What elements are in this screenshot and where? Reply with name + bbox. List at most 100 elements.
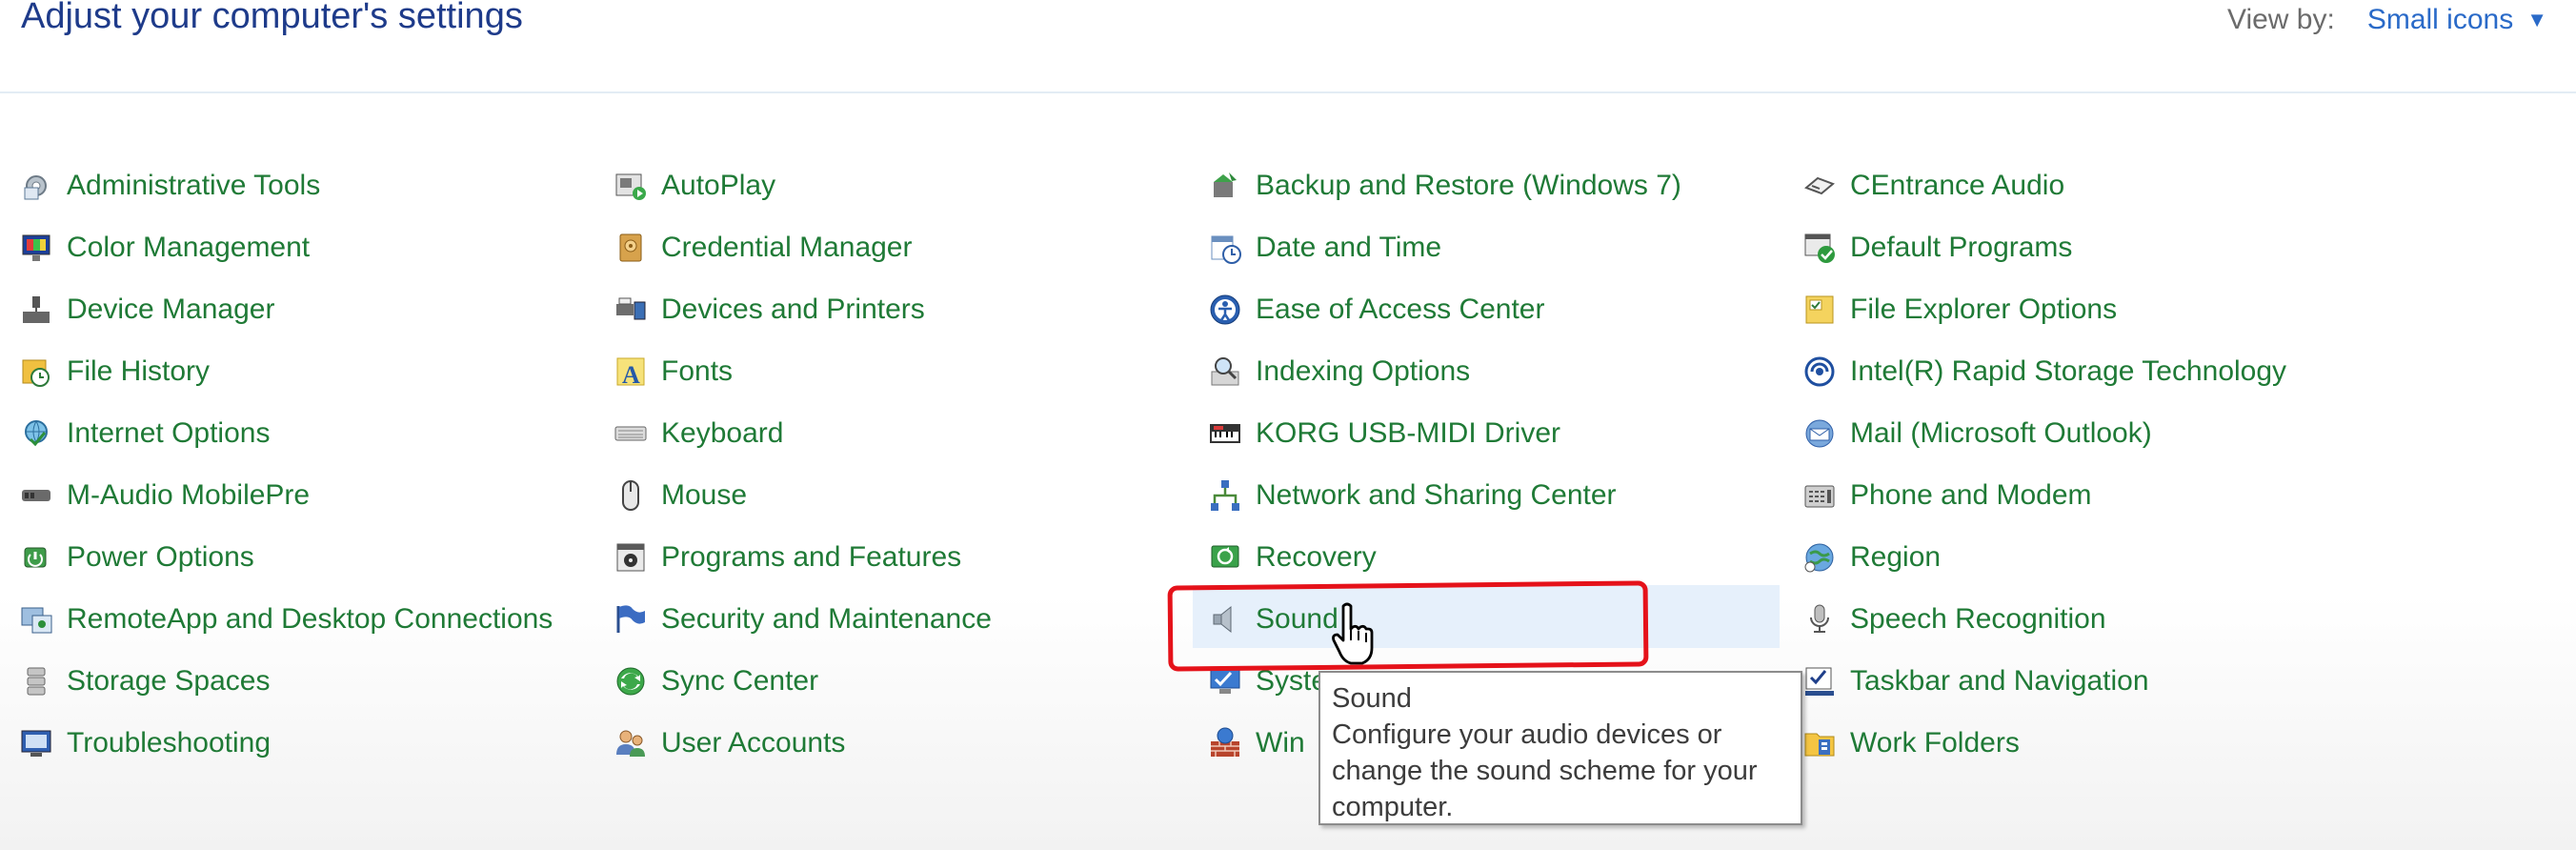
device-manager-icon [19,293,53,327]
item-label: Region [1850,540,1942,573]
chevron-down-icon[interactable]: ▼ [2526,8,2547,32]
backup-restore-icon [1208,169,1242,203]
control-panel-item-power-options[interactable]: Power Options [19,526,553,588]
control-panel-item-autoplay[interactable]: AutoPlay [614,154,992,216]
item-label: Internet Options [67,416,271,449]
control-panel-item-file-history[interactable]: File History [19,340,553,402]
control-panel-item-recovery[interactable]: Recovery [1208,526,1681,588]
devices-printers-icon [614,293,648,327]
taskbar-navigation-icon [1802,664,1837,698]
control-panel-item-sound[interactable]: Sound [1208,588,1681,650]
view-by: View by: Small icons ▼ [2227,4,2547,36]
remoteapp-icon [19,602,53,637]
control-panel-item-date-and-time[interactable]: Date and Time [1208,216,1681,278]
control-panel-item-centrance-audio[interactable]: CEntrance Audio [1802,154,2286,216]
item-label: M-Audio MobilePre [67,478,311,511]
autoplay-icon [614,169,648,203]
programs-features-icon [614,540,648,575]
control-panel-item-network-and-sharing-center[interactable]: Network and Sharing Center [1208,464,1681,526]
control-panel-item-taskbar-and-navigation[interactable]: Taskbar and Navigation [1802,650,2286,712]
firewall-icon [1208,726,1242,760]
svg-text:A: A [622,361,640,389]
control-panel-item-default-programs[interactable]: Default Programs [1802,216,2286,278]
control-panel-item-fonts[interactable]: A Fonts [614,340,992,402]
item-label: Phone and Modem [1850,478,2092,511]
control-panel-item-m-audio-mobilepre[interactable]: M-Audio MobilePre [19,464,553,526]
control-panel-item-internet-options[interactable]: Internet Options [19,402,553,464]
item-label: Device Manager [67,293,275,325]
security-flag-icon [614,602,648,637]
phone-modem-icon [1802,478,1837,513]
color-management-icon [19,231,53,265]
item-label: Security and Maintenance [661,602,992,635]
control-panel-item-remoteapp-and-desktop-connections[interactable]: RemoteApp and Desktop Connections [19,588,553,650]
control-panel-item-storage-spaces[interactable]: Storage Spaces [19,650,553,712]
storage-spaces-icon [19,664,53,698]
control-panel-item-color-management[interactable]: Color Management [19,216,553,278]
control-panel-item-intel-r-rapid-storage-technology[interactable]: Intel(R) Rapid Storage Technology [1802,340,2286,402]
item-label: Work Folders [1850,726,2020,759]
item-label: Ease of Access Center [1256,293,1545,325]
header-divider [0,91,2576,93]
credential-manager-icon [614,231,648,265]
item-label: Fonts [661,354,734,387]
control-panel-item-mail-microsoft-outlook[interactable]: Mail (Microsoft Outlook) [1802,402,2286,464]
control-panel-item-ease-of-access-center[interactable]: Ease of Access Center [1208,278,1681,340]
control-panel-item-indexing-options[interactable]: Indexing Options [1208,340,1681,402]
item-label: Win [1256,726,1305,759]
item-label: Keyboard [661,416,784,449]
item-label: Sound [1256,602,1338,635]
item-label: Date and Time [1256,231,1442,263]
view-by-dropdown[interactable]: Small icons [2367,4,2513,36]
item-label: Speech Recognition [1850,602,2106,635]
item-label: KORG USB-MIDI Driver [1256,416,1561,449]
item-label: File Explorer Options [1850,293,2118,325]
item-label: Backup and Restore (Windows 7) [1256,169,1681,201]
control-panel-item-administrative-tools[interactable]: Administrative Tools [19,154,553,216]
control-panel-item-korg-usb-midi-driver[interactable]: KORG USB-MIDI Driver [1208,402,1681,464]
control-panel-item-mouse[interactable]: Mouse [614,464,992,526]
control-panel-item-security-and-maintenance[interactable]: Security and Maintenance [614,588,992,650]
control-panel-item-phone-and-modem[interactable]: Phone and Modem [1802,464,2286,526]
item-label: RemoteApp and Desktop Connections [67,602,553,635]
control-panel-item-backup-and-restore-windows-7[interactable]: Backup and Restore (Windows 7) [1208,154,1681,216]
item-label: Syste [1256,664,1328,697]
control-panel-item-device-manager[interactable]: Device Manager [19,278,553,340]
control-panel-item-region[interactable]: Region [1802,526,2286,588]
item-label: Taskbar and Navigation [1850,664,2149,697]
item-label: Mail (Microsoft Outlook) [1850,416,2152,449]
control-panel-item-devices-and-printers[interactable]: Devices and Printers [614,278,992,340]
intel-rst-icon [1802,354,1837,389]
control-panel-item-work-folders[interactable]: Work Folders [1802,712,2286,774]
m-audio-icon [19,478,53,513]
item-label: Power Options [67,540,254,573]
control-panel-item-programs-and-features[interactable]: Programs and Features [614,526,992,588]
control-panel-item-speech-recognition[interactable]: Speech Recognition [1802,588,2286,650]
item-label: Mouse [661,478,748,511]
sound-tooltip: Sound Configure your audio devices or ch… [1318,671,1802,825]
control-panel-item-user-accounts[interactable]: User Accounts [614,712,992,774]
item-label: Credential Manager [661,231,913,263]
user-accounts-icon [614,726,648,760]
item-label: Storage Spaces [67,664,271,697]
control-panel-item-file-explorer-options[interactable]: File Explorer Options [1802,278,2286,340]
item-label: Default Programs [1850,231,2073,263]
speaker-icon [1208,602,1242,637]
region-icon [1802,540,1837,575]
mouse-icon [614,478,648,513]
microphone-icon [1802,602,1837,637]
work-folders-icon [1802,726,1837,760]
control-panel-item-keyboard[interactable]: Keyboard [614,402,992,464]
control-panel-item-troubleshooting[interactable]: Troubleshooting [19,712,553,774]
sync-center-icon [614,664,648,698]
tooltip-description: Configure your audio devices or change t… [1332,719,1758,822]
item-label: Color Management [67,231,311,263]
network-sharing-icon [1208,478,1242,513]
control-panel-item-credential-manager[interactable]: Credential Manager [614,216,992,278]
centrance-audio-icon [1802,169,1837,203]
item-label: Programs and Features [661,540,962,573]
control-panel-item-sync-center[interactable]: Sync Center [614,650,992,712]
ease-of-access-icon [1208,293,1242,327]
item-label: CEntrance Audio [1850,169,2065,201]
recovery-icon [1208,540,1242,575]
